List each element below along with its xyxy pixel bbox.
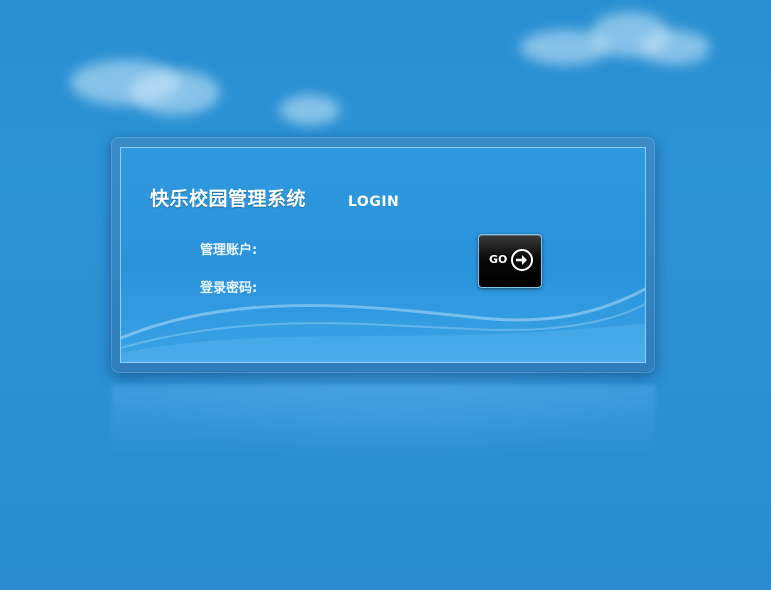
panel-reflection [111,385,655,455]
account-label: 管理账户: [200,243,258,258]
go-button-label: GO [489,253,508,266]
account-input[interactable] [280,237,454,259]
password-label: 登录密码: [200,281,258,296]
password-input[interactable] [280,275,454,297]
arrow-right-circle-icon [511,249,533,271]
app-title: 快乐校园管理系统 [150,188,307,210]
login-label: LOGIN [348,194,400,210]
go-button[interactable]: GO [478,234,542,288]
